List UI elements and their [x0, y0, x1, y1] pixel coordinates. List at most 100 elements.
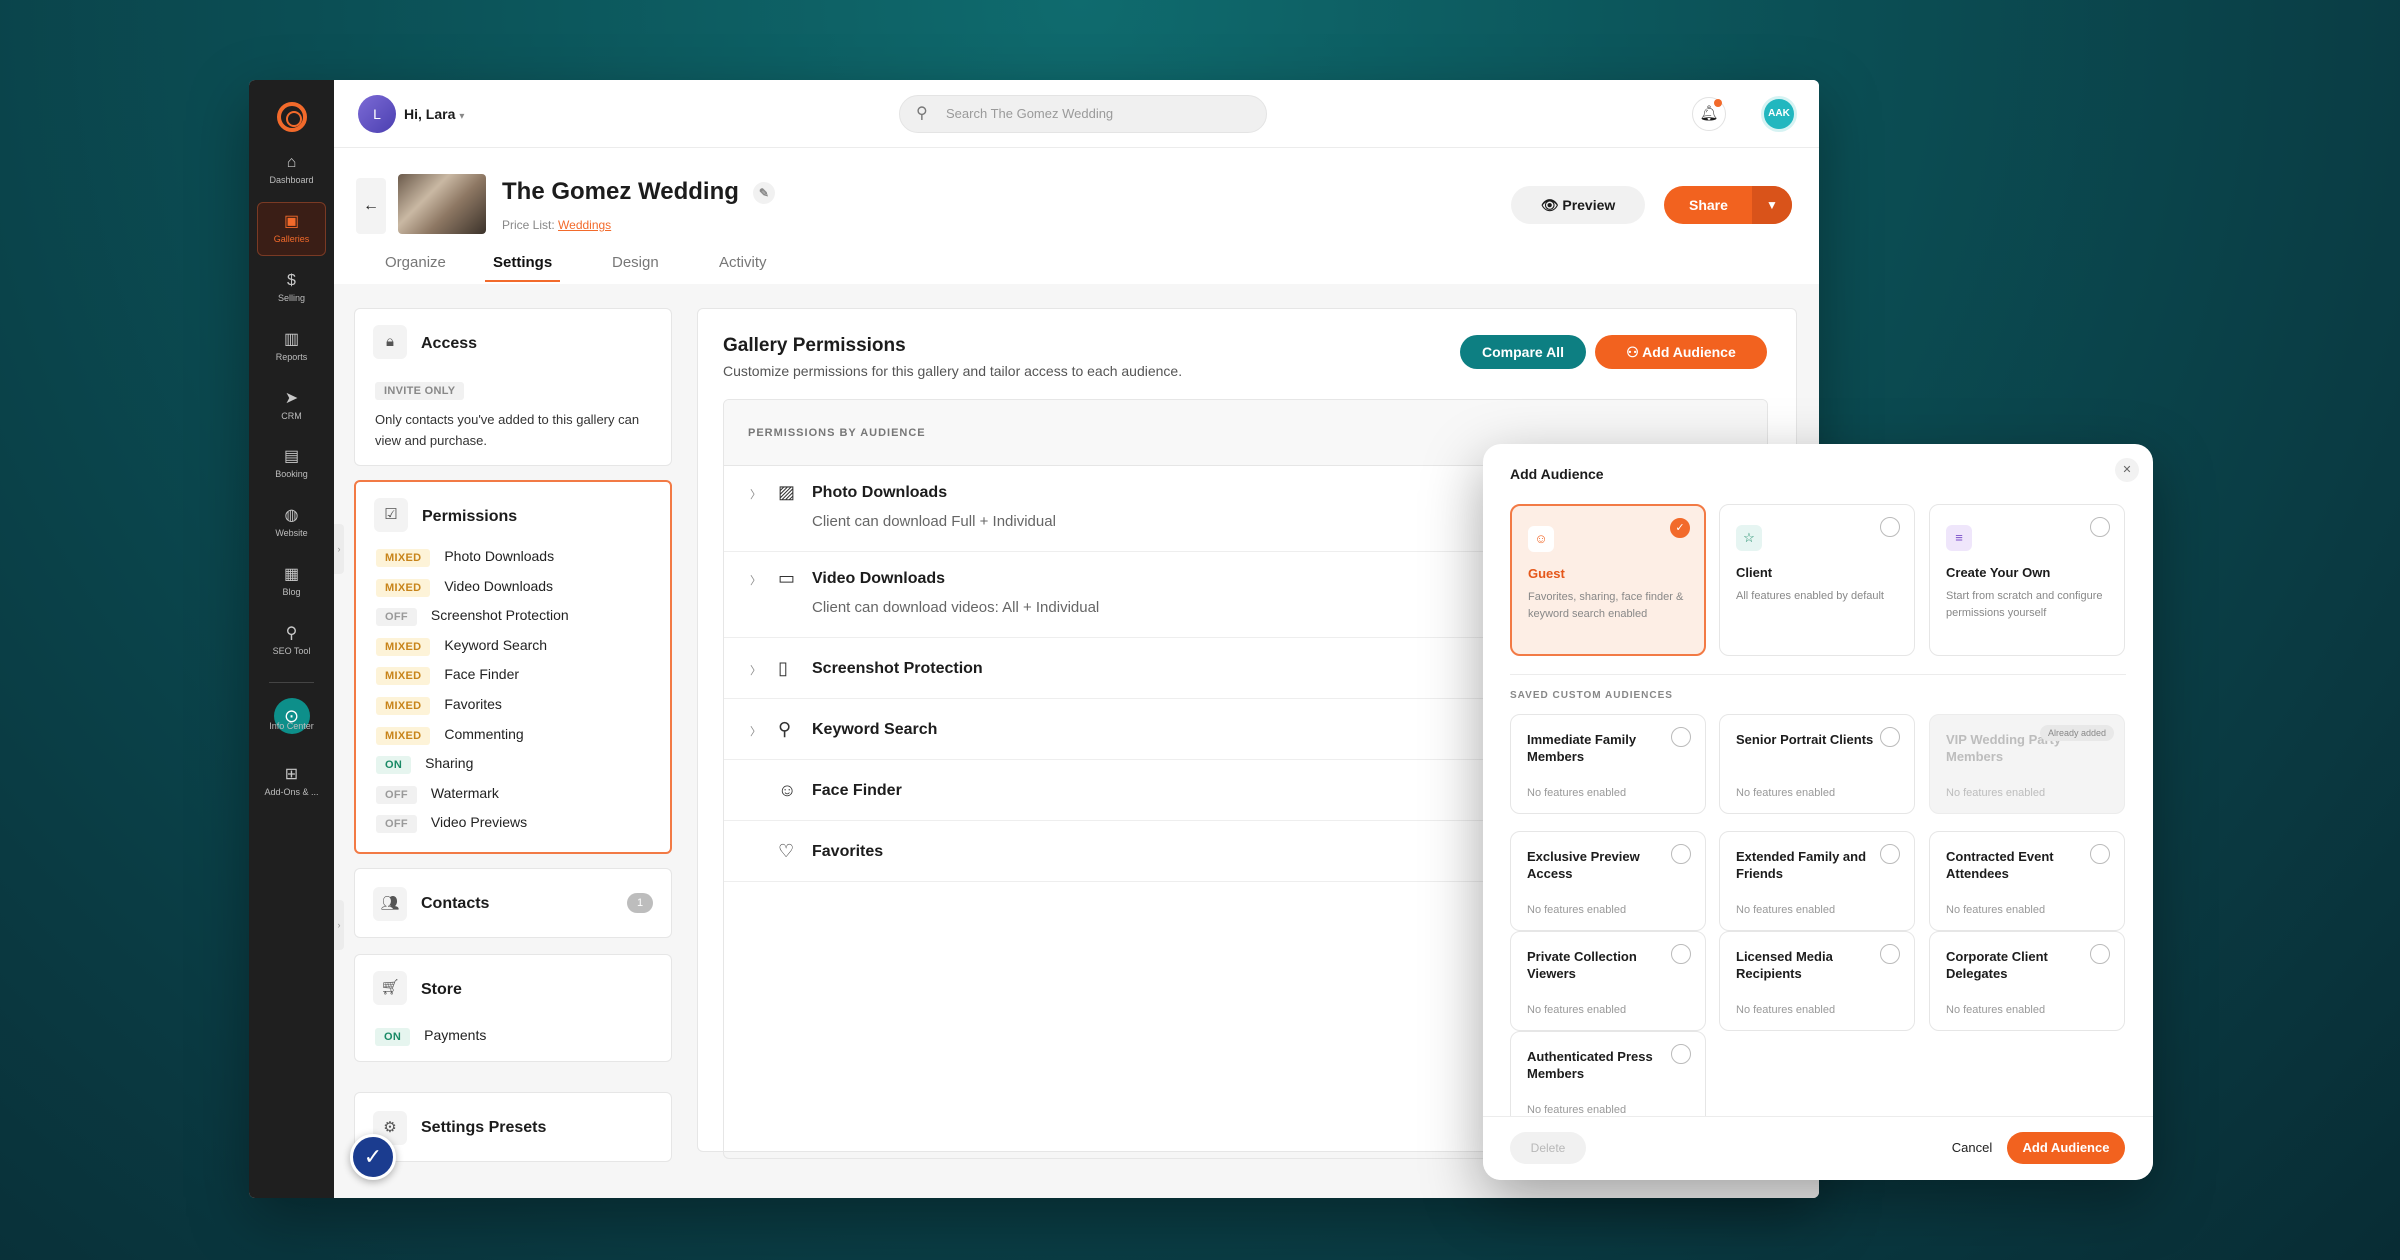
saved-audience-card[interactable]: Licensed Media Recipients No features ena…: [1719, 931, 1915, 1031]
rail-item-addons[interactable]: ⊞ Add-Ons & ...: [257, 756, 326, 810]
saved-audience-card[interactable]: Extended Family and Friends No features e…: [1719, 831, 1915, 931]
rail-item-booking[interactable]: ▤ Booking: [257, 438, 326, 492]
crm-icon: ➤: [284, 390, 299, 407]
radio-button[interactable]: [1880, 844, 1900, 864]
permission-item: MIXED Video Downloads: [376, 578, 553, 600]
permission-label: Video Downloads: [444, 577, 554, 594]
audience-desc: Start from scratch and configure permiss…: [1946, 590, 2103, 619]
tab-settings[interactable]: Settings: [484, 254, 561, 282]
rail-item-selling[interactable]: $ Selling: [257, 262, 326, 316]
rail-item-dashboard[interactable]: ⌂ Dashboard: [257, 144, 326, 198]
preview-button[interactable]: 👁︎ Preview: [1511, 186, 1645, 224]
price-list-link[interactable]: Weddings: [558, 218, 611, 232]
add-audience-button[interactable]: ⚇ Add Audience: [1595, 335, 1767, 369]
notifications-button[interactable]: 🔔︎: [1692, 97, 1726, 131]
audience-desc: All features enabled by default: [1736, 590, 1884, 602]
tab-activity[interactable]: Activity: [719, 254, 767, 271]
contacts-icon: 👥︎: [373, 887, 407, 921]
add-audience-confirm-button[interactable]: Add Audience: [2007, 1132, 2125, 1164]
permission-name: Video Downloads: [812, 570, 946, 587]
saved-audience-card[interactable]: Private Collection Viewers No features en…: [1510, 931, 1706, 1031]
share-button[interactable]: Share ▼: [1664, 186, 1792, 224]
audience-option[interactable]: ☺ Guest Favorites, sharing, face finder & …: [1510, 504, 1706, 656]
audience-name: Guest: [1528, 566, 1565, 581]
radio-button[interactable]: ✓: [1670, 518, 1690, 538]
saved-audience-card[interactable]: Contracted Event Attendees No features en…: [1929, 831, 2125, 931]
chevron-right-icon[interactable]: 〉: [750, 572, 761, 588]
compare-all-button[interactable]: Compare All: [1460, 335, 1586, 369]
audience-icon: ☺: [1528, 526, 1554, 552]
user-menu[interactable]: Hi, Lara ▾: [404, 106, 464, 122]
saved-audience-card[interactable]: Exclusive Preview Access No features enab…: [1510, 831, 1706, 931]
radio-button[interactable]: [1671, 1044, 1691, 1064]
rail-item-label: Info Center: [269, 721, 314, 731]
permission-item: MIXED Face Finder: [376, 666, 519, 688]
greeting: Hi, Lara: [404, 106, 456, 122]
user-avatar-badge[interactable]: AAK: [1761, 96, 1797, 132]
saved-audiences-label: SAVED CUSTOM AUDIENCES: [1510, 690, 1673, 701]
arrow-left-icon: ←: [363, 197, 379, 214]
radio-button[interactable]: [1880, 517, 1900, 537]
rail-item-label: Selling: [277, 293, 306, 303]
permissions-title: Permissions: [422, 508, 518, 525]
seo-tool-icon: ⚲: [285, 625, 298, 642]
chevron-down-icon[interactable]: ▼: [1752, 186, 1792, 224]
rail-item-galleries[interactable]: ▣ Galleries: [257, 202, 326, 256]
rail-item-label: Blog: [282, 587, 301, 597]
rail-item-seo-tool[interactable]: ⚲ SEO Tool: [257, 615, 326, 669]
collapse-handle[interactable]: ›: [334, 524, 344, 574]
status-badge: ON: [375, 1028, 411, 1046]
rail-item-website[interactable]: ◍ Website: [257, 497, 326, 551]
saved-audience-card[interactable]: Corporate Client Delegates No features en…: [1929, 931, 2125, 1031]
access-badge-wrap: INVITE ONLY: [375, 381, 465, 400]
section-subtitle: Customize permissions for this gallery a…: [723, 363, 1183, 379]
cancel-button[interactable]: Cancel: [1937, 1132, 2007, 1164]
audience-option[interactable]: ≡ Create Your Own Start from scratch and c…: [1929, 504, 2125, 656]
back-button[interactable]: ←: [356, 178, 386, 234]
permission-name: Photo Downloads: [812, 484, 948, 501]
delete-button[interactable]: Delete: [1510, 1132, 1586, 1164]
brand-logo-icon[interactable]: [277, 102, 307, 132]
chevron-right-icon[interactable]: 〉: [750, 486, 761, 502]
access-card[interactable]: 🔒︎ Access INVITE ONLY Only contacts you'…: [354, 308, 672, 466]
top-bar: L Hi, Lara ▾ ⚲ Search The Gomez Wedding 🔔︎…: [334, 80, 1819, 148]
settings-presets-card[interactable]: ⚙︎ Settings Presets: [354, 1092, 672, 1162]
search-input[interactable]: ⚲ Search The Gomez Wedding: [899, 95, 1267, 133]
accessibility-icon[interactable]: ✓: [350, 1134, 396, 1180]
radio-button[interactable]: [1880, 727, 1900, 747]
chevron-right-icon[interactable]: 〉: [750, 723, 761, 739]
close-icon[interactable]: ✕: [2115, 458, 2139, 482]
permission-label: Sharing: [425, 755, 474, 772]
radio-button[interactable]: [1671, 727, 1691, 747]
radio-button[interactable]: [2090, 517, 2110, 537]
blog-icon: ▦: [283, 566, 300, 583]
radio-button[interactable]: [2090, 944, 2110, 964]
avatar[interactable]: L: [358, 95, 396, 133]
store-card[interactable]: 🛒︎ Store ON Payments: [354, 954, 672, 1062]
collapse-handle[interactable]: ›: [334, 900, 344, 950]
saved-audience-card[interactable]: Immediate Family Members No features enab…: [1510, 714, 1706, 814]
bell-icon: 🔔︎: [1699, 105, 1719, 122]
radio-button[interactable]: [1880, 944, 1900, 964]
audience-desc: Favorites, sharing, face finder & keywor…: [1528, 591, 1684, 620]
saved-audience-card[interactable]: Senior Portrait Clients No features enabl…: [1719, 714, 1915, 814]
pencil-icon[interactable]: ✎: [752, 181, 775, 204]
price-list-label: Price List:: [502, 218, 555, 232]
contacts-card[interactable]: 👥︎ Contacts 1: [354, 868, 672, 938]
radio-button[interactable]: [2090, 844, 2110, 864]
tab-design[interactable]: Design: [612, 254, 659, 271]
permission-label: Photo Downloads: [444, 548, 555, 564]
tab-organize[interactable]: Organize: [385, 254, 446, 271]
permission-item: OFF Video Previews: [376, 814, 527, 836]
rail-item-crm[interactable]: ➤ CRM: [257, 380, 326, 434]
status-badge: MIXED: [376, 667, 431, 686]
rail-item-reports[interactable]: ▥ Reports: [257, 321, 326, 375]
chevron-right-icon[interactable]: 〉: [750, 662, 761, 678]
audience-desc: No features enabled: [1527, 1104, 1627, 1116]
rail-item-blog[interactable]: ▦ Blog: [257, 556, 326, 610]
permissions-card[interactable]: ☑ Permissions MIXED Photo Downloads MIXED V…: [354, 480, 672, 854]
audience-option[interactable]: ☆ Client All features enabled by default: [1719, 504, 1915, 656]
radio-button[interactable]: [1671, 944, 1691, 964]
rail-item-info-center[interactable]: ⊙ Info Center: [257, 690, 326, 752]
radio-button[interactable]: [1671, 844, 1691, 864]
